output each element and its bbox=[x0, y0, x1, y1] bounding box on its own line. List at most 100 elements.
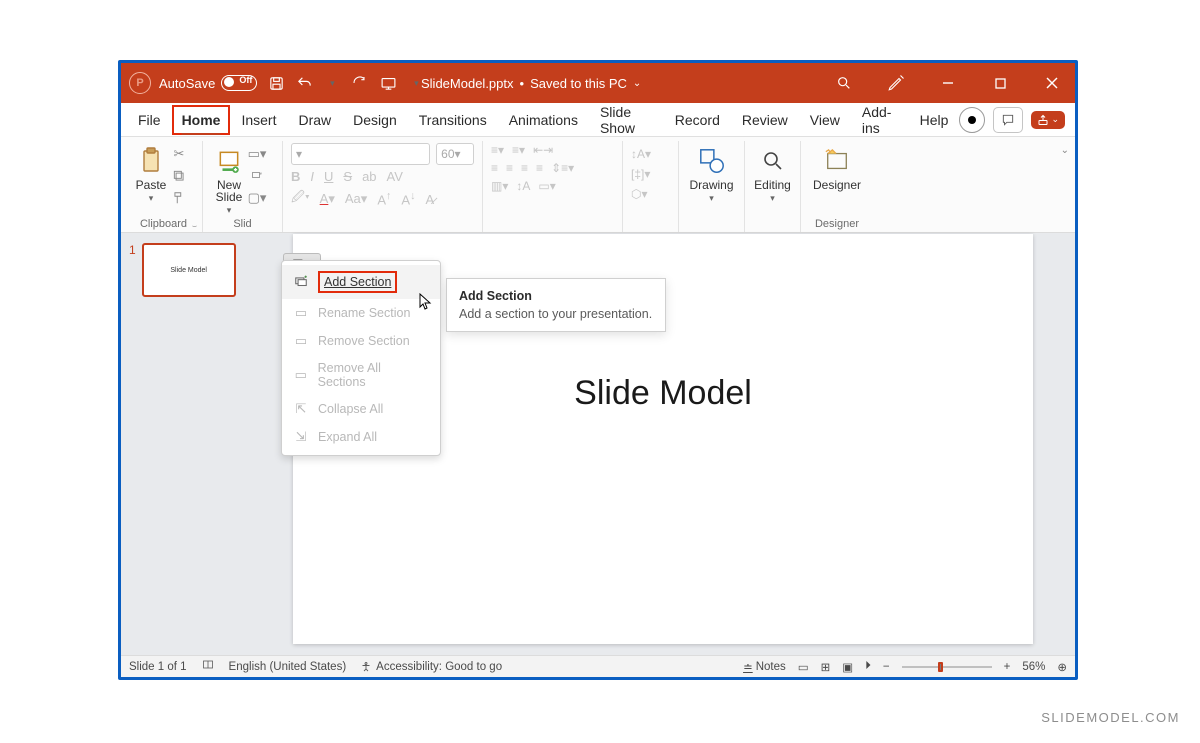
close-button[interactable] bbox=[1037, 68, 1067, 98]
bold-icon[interactable]: B bbox=[291, 169, 300, 184]
new-slide-button[interactable]: New Slide ▾ bbox=[211, 143, 247, 218]
reset-icon[interactable] bbox=[247, 167, 267, 185]
menu-remove-all-sections[interactable]: ▭ Remove All Sections bbox=[282, 355, 440, 395]
title-text: SlideModel.pptx • Saved to this PC ⌄ bbox=[421, 76, 641, 91]
slideshow-view-icon[interactable]: ⏵ bbox=[865, 660, 871, 673]
tab-animations[interactable]: Animations bbox=[498, 104, 589, 136]
smartart-icon[interactable]: ⬡▾ bbox=[631, 187, 670, 201]
present-icon[interactable] bbox=[379, 74, 397, 92]
paste-button[interactable]: Paste ▾ bbox=[133, 143, 169, 207]
normal-view-icon[interactable]: ▭ bbox=[798, 660, 809, 674]
record-indicator-icon[interactable] bbox=[959, 107, 985, 133]
reading-view-icon[interactable]: ▣ bbox=[842, 660, 853, 674]
tab-transitions[interactable]: Transitions bbox=[408, 104, 498, 136]
redo-icon[interactable] bbox=[351, 74, 369, 92]
designer-button[interactable]: Designer bbox=[809, 143, 865, 193]
collapse-ribbon-icon[interactable]: ⌄ bbox=[1061, 141, 1075, 232]
editing-icon bbox=[757, 145, 789, 177]
layout-icon[interactable]: ▭▾ bbox=[247, 145, 267, 163]
bullets-icon[interactable]: ≡▾ bbox=[491, 143, 504, 157]
align-center-icon[interactable]: ≡ bbox=[506, 161, 513, 175]
tab-help[interactable]: Help bbox=[909, 104, 960, 136]
underline-icon[interactable]: U bbox=[324, 169, 333, 184]
share-button[interactable]: ⌄ bbox=[1031, 111, 1065, 129]
tab-home[interactable]: Home bbox=[172, 105, 231, 135]
align-vertical-icon[interactable]: [‡]▾ bbox=[631, 167, 670, 181]
slide-title-text: Slide Model bbox=[574, 374, 752, 413]
menu-expand-all[interactable]: ⇲ Expand All bbox=[282, 423, 440, 451]
save-icon[interactable] bbox=[267, 74, 285, 92]
zoom-slider[interactable] bbox=[902, 666, 992, 668]
shadow-icon[interactable]: ab bbox=[362, 169, 376, 184]
text-direction-icon[interactable]: ↕A bbox=[516, 179, 530, 193]
designer-icon bbox=[821, 145, 853, 177]
slide-thumbnail[interactable]: Slide Model bbox=[142, 243, 236, 297]
notes-button[interactable]: ≐Notes bbox=[743, 660, 786, 674]
menu-rename-section[interactable]: ▭ Rename Section bbox=[282, 299, 440, 327]
language-status[interactable]: English (United States) bbox=[229, 661, 347, 673]
section-menu: Add Section ▭ Rename Section ▭ Remove Se… bbox=[281, 260, 441, 456]
pen-icon[interactable] bbox=[881, 68, 911, 98]
autosave-toggle[interactable]: AutoSave Off bbox=[159, 75, 257, 91]
tooltip-body: Add a section to your presentation. bbox=[459, 307, 653, 321]
save-status: Saved to this PC bbox=[530, 76, 627, 91]
ribbon: Paste ▾ ✂ Clipboard bbox=[121, 137, 1075, 233]
cut-icon[interactable]: ✂ bbox=[169, 145, 189, 163]
numbering-icon[interactable]: ≡▾ bbox=[512, 143, 525, 157]
maximize-button[interactable] bbox=[985, 68, 1015, 98]
new-slide-icon bbox=[213, 145, 245, 177]
remove-all-sections-icon: ▭ bbox=[292, 367, 310, 383]
justify-icon[interactable]: ≡ bbox=[536, 161, 543, 175]
spacing-icon[interactable]: AV bbox=[387, 169, 403, 184]
fit-to-window-icon[interactable]: ⊕ bbox=[1057, 660, 1067, 674]
increase-font-icon[interactable]: A↑ bbox=[377, 190, 391, 207]
align-left-icon[interactable]: ≡ bbox=[491, 161, 498, 175]
section-icon-small[interactable]: ▢▾ bbox=[247, 189, 267, 207]
zoom-level[interactable]: 56% bbox=[1022, 661, 1045, 673]
undo-icon[interactable] bbox=[295, 74, 313, 92]
decrease-font-icon[interactable]: A↓ bbox=[401, 190, 415, 207]
font-color-icon[interactable]: A▾ bbox=[320, 191, 335, 207]
tab-draw[interactable]: Draw bbox=[287, 104, 342, 136]
columns-icon[interactable]: ▥▾ bbox=[491, 179, 508, 193]
add-section-icon bbox=[292, 274, 310, 290]
drawing-button[interactable]: Drawing ▾ bbox=[687, 143, 736, 206]
tab-view[interactable]: View bbox=[799, 104, 851, 136]
align-text-icon[interactable]: ▭▾ bbox=[538, 179, 555, 193]
menu-collapse-all[interactable]: ⇱ Collapse All bbox=[282, 395, 440, 423]
tab-record[interactable]: Record bbox=[664, 104, 731, 136]
sorter-view-icon[interactable]: ⊞ bbox=[821, 660, 831, 674]
tab-insert[interactable]: Insert bbox=[230, 104, 287, 136]
toggle-switch-icon[interactable]: Off bbox=[221, 75, 257, 91]
editing-button[interactable]: Editing ▾ bbox=[753, 143, 792, 206]
format-painter-icon[interactable] bbox=[169, 189, 189, 207]
zoom-in-icon[interactable]: + bbox=[1004, 661, 1011, 673]
tab-file[interactable]: File bbox=[127, 104, 172, 136]
text-direction-group-icon[interactable]: ↕A▾ bbox=[631, 147, 670, 161]
dictionary-icon[interactable] bbox=[201, 659, 215, 674]
tooltip: Add Section Add a section to your presen… bbox=[446, 278, 666, 332]
zoom-out-icon[interactable]: − bbox=[883, 661, 890, 673]
undo-menu-icon[interactable]: ▾ bbox=[323, 74, 341, 92]
align-right-icon[interactable]: ≡ bbox=[521, 161, 528, 175]
menu-add-section[interactable]: Add Section bbox=[282, 265, 440, 299]
accessibility-icon[interactable]: Accessibility: Good to go bbox=[360, 661, 502, 673]
highlight-icon[interactable]: 🖉▾ bbox=[291, 188, 310, 210]
app-icon: P bbox=[129, 72, 151, 94]
search-icon[interactable] bbox=[829, 68, 859, 98]
remove-section-icon: ▭ bbox=[292, 333, 310, 349]
tab-review[interactable]: Review bbox=[731, 104, 799, 136]
indent-icon[interactable]: ⇤⇥ bbox=[533, 143, 553, 157]
expand-all-icon: ⇲ bbox=[292, 429, 310, 445]
case-icon[interactable]: Aa▾ bbox=[345, 191, 367, 207]
italic-icon[interactable]: I bbox=[310, 169, 314, 184]
tab-design[interactable]: Design bbox=[342, 104, 408, 136]
menu-remove-section[interactable]: ▭ Remove Section bbox=[282, 327, 440, 355]
copy-icon[interactable] bbox=[169, 167, 189, 185]
strike-icon[interactable]: S bbox=[343, 169, 352, 184]
minimize-button[interactable] bbox=[933, 68, 963, 98]
comments-icon[interactable] bbox=[993, 107, 1023, 133]
line-spacing-icon[interactable]: ⇕≡▾ bbox=[551, 161, 574, 175]
watermark: SLIDEMODEL.COM bbox=[1041, 710, 1180, 725]
clear-format-icon[interactable]: A̷ bbox=[426, 192, 435, 207]
